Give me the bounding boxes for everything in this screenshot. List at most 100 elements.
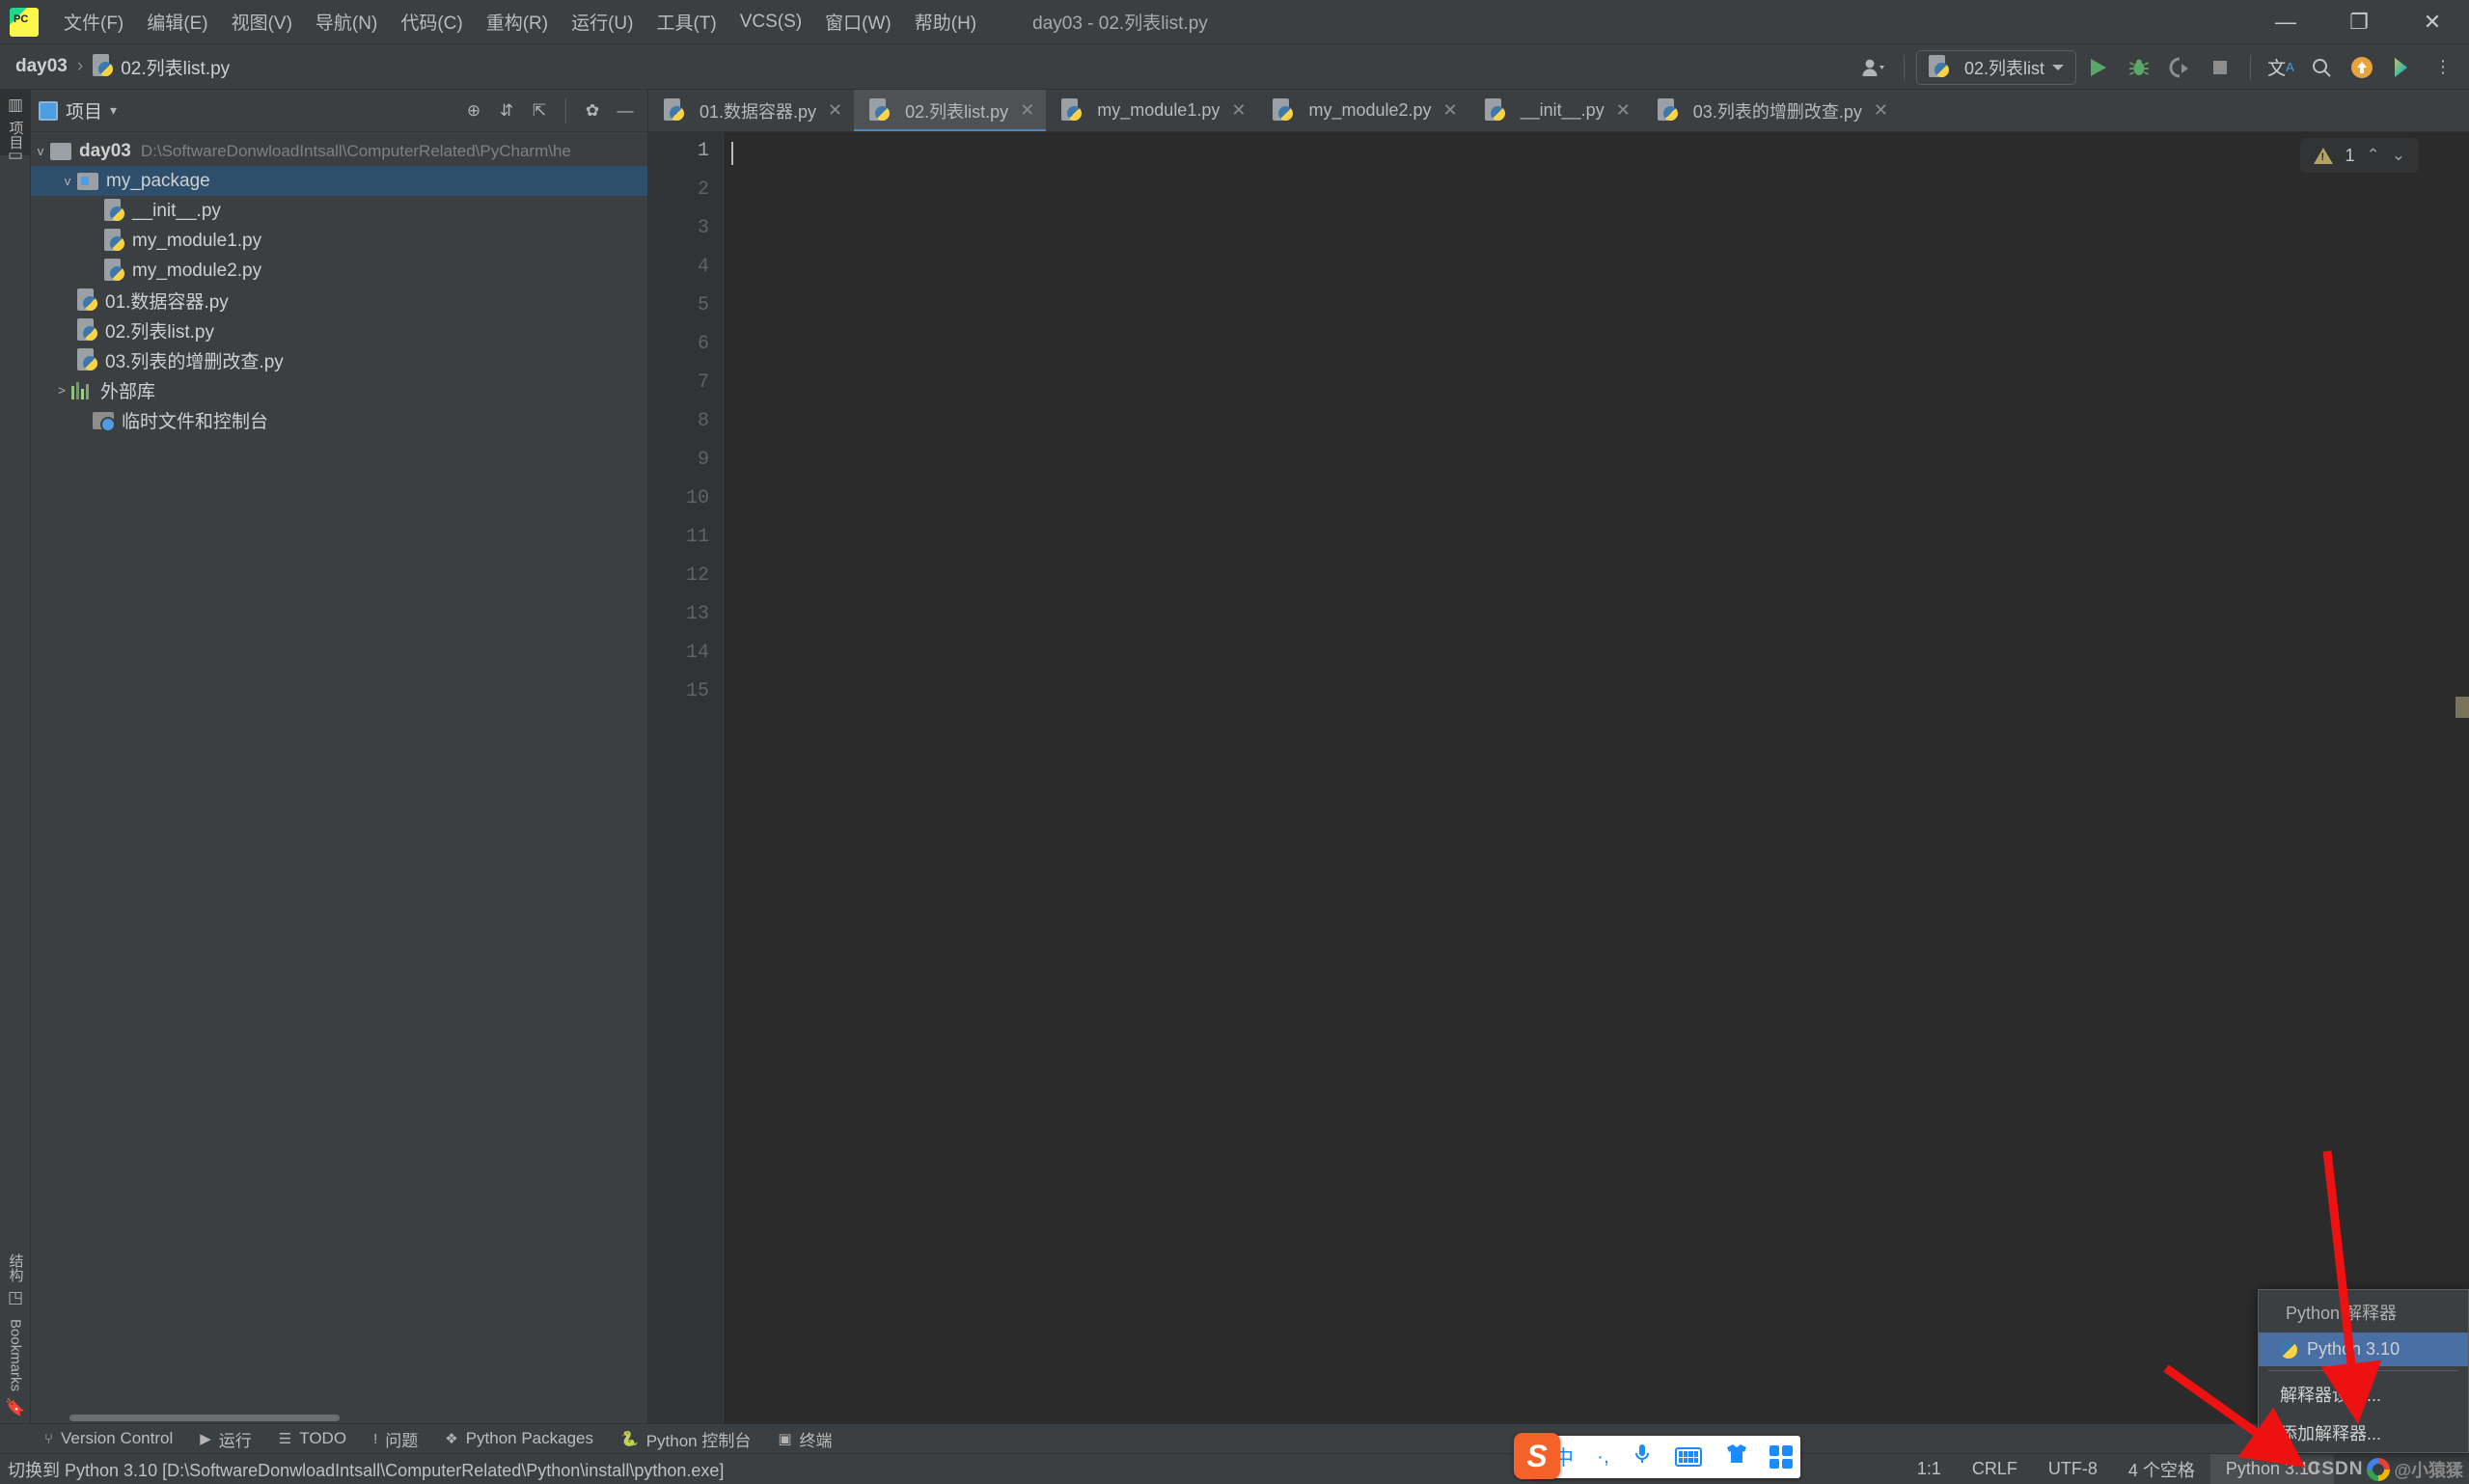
- tree-row[interactable]: > 外部库: [31, 375, 647, 405]
- settings-gear-icon[interactable]: ✿: [578, 96, 607, 125]
- navigation-bar: day03 › 02.列表list.py 02.列表list 文 A ⋮: [0, 44, 2469, 90]
- python-file-icon: [104, 258, 125, 284]
- collapse-all-icon[interactable]: ⇱: [525, 96, 554, 125]
- hide-panel-icon[interactable]: —: [611, 96, 640, 125]
- tree-row[interactable]: my_module1.py: [31, 226, 647, 256]
- project-panel-title-group[interactable]: 项目 ▾: [39, 97, 117, 124]
- project-tool-window: 项目 ▾ ⊕ ⇵ ⇱ ✿ — v day03 D:\SoftwareDonwlo…: [31, 90, 648, 1423]
- next-problem-icon[interactable]: ⌄: [2392, 146, 2405, 165]
- menu-help[interactable]: 帮助(H): [903, 5, 988, 39]
- tool-window-python-console[interactable]: 🐍 Python 控制台: [607, 1424, 764, 1454]
- code-editor-text[interactable]: [724, 132, 2450, 1423]
- chevron-expanded-icon[interactable]: v: [31, 144, 50, 158]
- menu-code[interactable]: 代码(C): [389, 5, 474, 39]
- account-icon[interactable]: [1855, 49, 1892, 86]
- python-file-icon: [77, 347, 98, 373]
- menu-view[interactable]: 视图(V): [220, 5, 304, 39]
- expand-all-icon[interactable]: ⇵: [492, 96, 521, 125]
- translate-icon[interactable]: 文A: [2263, 49, 2299, 86]
- line-separator[interactable]: CRLF: [1957, 1454, 2033, 1484]
- breadcrumb-file[interactable]: 02.列表list.py: [93, 54, 230, 80]
- close-button[interactable]: ✕: [2396, 0, 2469, 44]
- close-icon[interactable]: ✕: [1874, 100, 1888, 121]
- sidebar-item-bookmarks[interactable]: Bookmarks 🔖: [0, 1313, 31, 1423]
- ai-assistant-icon[interactable]: [2384, 49, 2421, 86]
- chevron-expanded-icon[interactable]: v: [58, 174, 77, 188]
- tab-03-list-crud[interactable]: 03.列表的增删改查.py ✕: [1642, 90, 1900, 131]
- tree-row[interactable]: 02.列表list.py: [31, 316, 647, 345]
- tool-window-todo[interactable]: ☰ TODO: [265, 1424, 360, 1454]
- tab-02-list[interactable]: 02.列表list.py ✕: [854, 90, 1047, 131]
- close-icon[interactable]: ✕: [1231, 100, 1246, 121]
- previous-problem-icon[interactable]: ⌃: [2367, 146, 2380, 165]
- maximize-button[interactable]: ❐: [2322, 0, 2396, 44]
- popup-item-add-interpreter[interactable]: 添加解释器...: [2259, 1414, 2468, 1452]
- popup-item-python-310[interactable]: Python 3.10: [2259, 1333, 2468, 1366]
- chevron-down-icon[interactable]: ▾: [110, 102, 117, 119]
- breadcrumb-project[interactable]: day03: [15, 56, 68, 77]
- menu-run[interactable]: 运行(U): [560, 5, 645, 39]
- editor-scrollbar[interactable]: [2450, 132, 2469, 1423]
- structure-icon: ◳: [7, 1288, 25, 1308]
- tree-row[interactable]: 01.数据容器.py: [31, 286, 647, 316]
- inspection-widget[interactable]: 1 ⌃ ⌄: [2300, 138, 2419, 173]
- tree-row[interactable]: v my_package: [31, 166, 647, 196]
- menu-window[interactable]: 窗口(W): [813, 5, 903, 39]
- file-encoding[interactable]: UTF-8: [2033, 1454, 2113, 1484]
- chevron-collapsed-icon[interactable]: >: [52, 383, 71, 398]
- menu-refactor[interactable]: 重构(R): [475, 5, 560, 39]
- tree-row[interactable]: __init__.py: [31, 196, 647, 226]
- tool-window-terminal[interactable]: ▣ 终端: [764, 1424, 845, 1454]
- run-configuration-selector[interactable]: 02.列表list: [1915, 49, 2076, 85]
- scrollbar-marker[interactable]: [2455, 697, 2469, 718]
- caret-position[interactable]: 1:1: [1902, 1454, 1957, 1484]
- menu-tools[interactable]: 工具(T): [645, 5, 727, 39]
- close-icon[interactable]: ✕: [1616, 100, 1631, 121]
- menu-vcs[interactable]: VCS(S): [728, 8, 813, 37]
- tool-window-run[interactable]: ▶ 运行: [186, 1424, 265, 1454]
- menu-edit[interactable]: 编辑(E): [135, 5, 219, 39]
- locate-icon[interactable]: ⊕: [459, 96, 488, 125]
- window-controls: — ❐ ✕: [2249, 0, 2469, 44]
- project-panel-hscrollbar[interactable]: [69, 1415, 340, 1421]
- popup-item-label: 解释器设置...: [2280, 1386, 2382, 1405]
- debug-button[interactable]: [2121, 49, 2157, 86]
- indent-setting[interactable]: 4 个空格: [2113, 1454, 2210, 1484]
- menu-file[interactable]: 文件(F): [52, 5, 135, 39]
- apps-icon[interactable]: [1769, 1445, 1793, 1469]
- close-icon[interactable]: ✕: [1443, 100, 1458, 121]
- tool-window-python-packages[interactable]: ❖ Python Packages: [431, 1424, 607, 1454]
- close-icon[interactable]: ✕: [1020, 100, 1034, 121]
- sidebar-item-commit[interactable]: ▭: [0, 140, 31, 171]
- ime-punctuation-toggle[interactable]: ·,: [1597, 1445, 1609, 1469]
- tree-row[interactable]: my_module2.py: [31, 256, 647, 286]
- keyboard-icon[interactable]: [1674, 1447, 1702, 1467]
- tab-my-module1[interactable]: my_module1.py ✕: [1046, 90, 1257, 131]
- tree-row[interactable]: 临时文件和控制台: [31, 405, 647, 435]
- tool-window-problems[interactable]: ! 问题: [360, 1424, 431, 1454]
- update-icon[interactable]: [2344, 49, 2380, 86]
- tool-window-version-control[interactable]: ⑂ Version Control: [31, 1424, 186, 1454]
- more-options-icon[interactable]: ⋮: [2425, 49, 2461, 86]
- close-icon[interactable]: ✕: [828, 100, 842, 121]
- menu-navigate[interactable]: 导航(N): [304, 5, 389, 39]
- run-button[interactable]: [2080, 49, 2117, 86]
- minimize-button[interactable]: —: [2249, 0, 2322, 44]
- run-with-coverage-button[interactable]: [2161, 49, 2198, 86]
- stop-button[interactable]: [2202, 49, 2238, 86]
- editor-body[interactable]: 1 2 3 4 5 6 7 8 9 10 11 12 13 14 15 1: [648, 132, 2469, 1423]
- tab-my-module2[interactable]: my_module2.py ✕: [1257, 90, 1468, 131]
- search-icon[interactable]: [2303, 49, 2340, 86]
- tree-row[interactable]: v day03 D:\SoftwareDonwloadIntsall\Compu…: [31, 136, 647, 166]
- ime-microphone-icon[interactable]: [1632, 1443, 1652, 1471]
- sidebar-item-structure[interactable]: 结构 ◳: [0, 1248, 31, 1313]
- text-caret: [731, 142, 733, 165]
- tab-init[interactable]: __init__.py ✕: [1469, 90, 1642, 131]
- shirt-icon[interactable]: [1725, 1443, 1748, 1470]
- tree-row[interactable]: 03.列表的增删改查.py: [31, 345, 647, 375]
- commit-icon: ▭: [7, 146, 25, 165]
- popup-item-interpreter-settings[interactable]: 解释器设置...: [2259, 1375, 2468, 1414]
- tab-01-data-container[interactable]: 01.数据容器.py ✕: [648, 90, 854, 131]
- python-icon: [2280, 1340, 2297, 1359]
- sogou-input-bar[interactable]: S 中 ·,: [1514, 1433, 1800, 1479]
